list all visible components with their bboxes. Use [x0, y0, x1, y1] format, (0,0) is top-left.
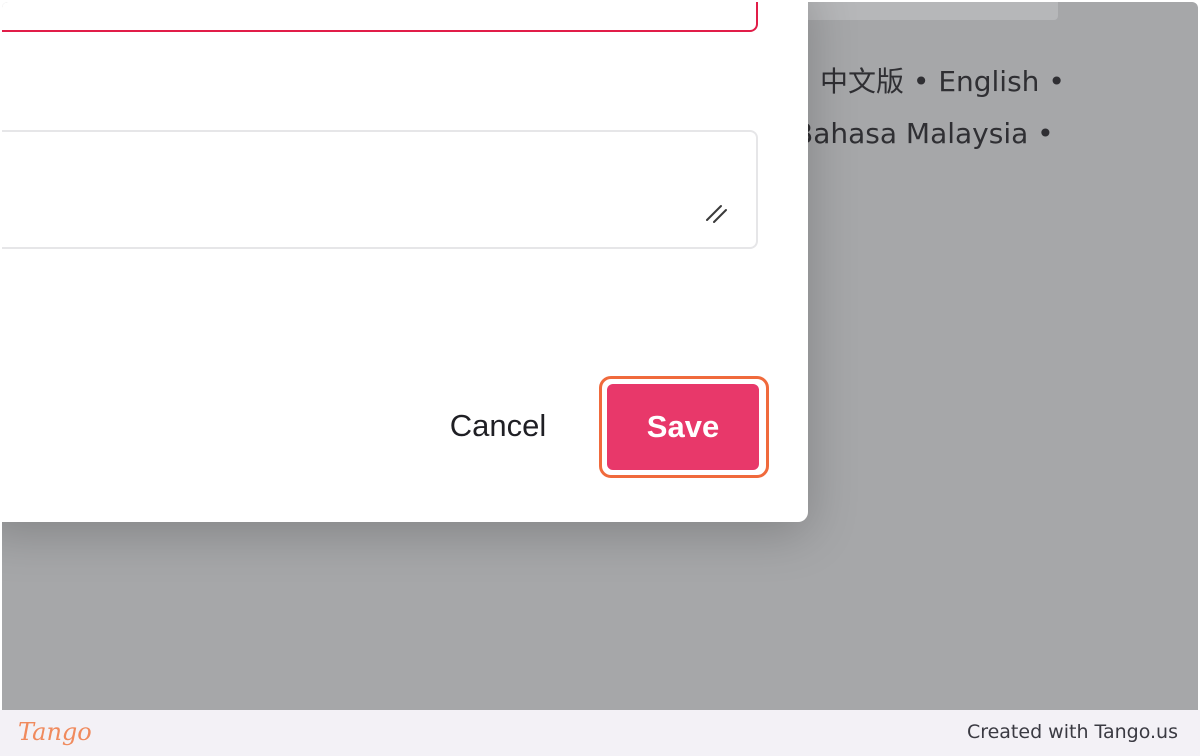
language-links-line1[interactable]: 中文版 • English • [820, 60, 1065, 100]
tango-logo[interactable]: Tango [18, 718, 92, 746]
footer-credit[interactable]: Created with Tango.us [967, 721, 1178, 743]
screenshot-frame: 中文版 • English • Bahasa Malaysia • Cancel… [2, 2, 1198, 710]
text-input-field[interactable] [2, 2, 758, 32]
language-links-line2[interactable]: Bahasa Malaysia • [794, 117, 1054, 150]
background-card [792, 2, 1058, 20]
notes-textarea[interactable] [2, 130, 758, 249]
cancel-button[interactable]: Cancel [430, 382, 566, 470]
resize-handle-icon[interactable] [704, 201, 730, 227]
save-button[interactable]: Save [607, 384, 759, 470]
edit-dialog: Cancel Save [2, 2, 808, 522]
footer-bar: Tango Created with Tango.us [0, 710, 1200, 756]
